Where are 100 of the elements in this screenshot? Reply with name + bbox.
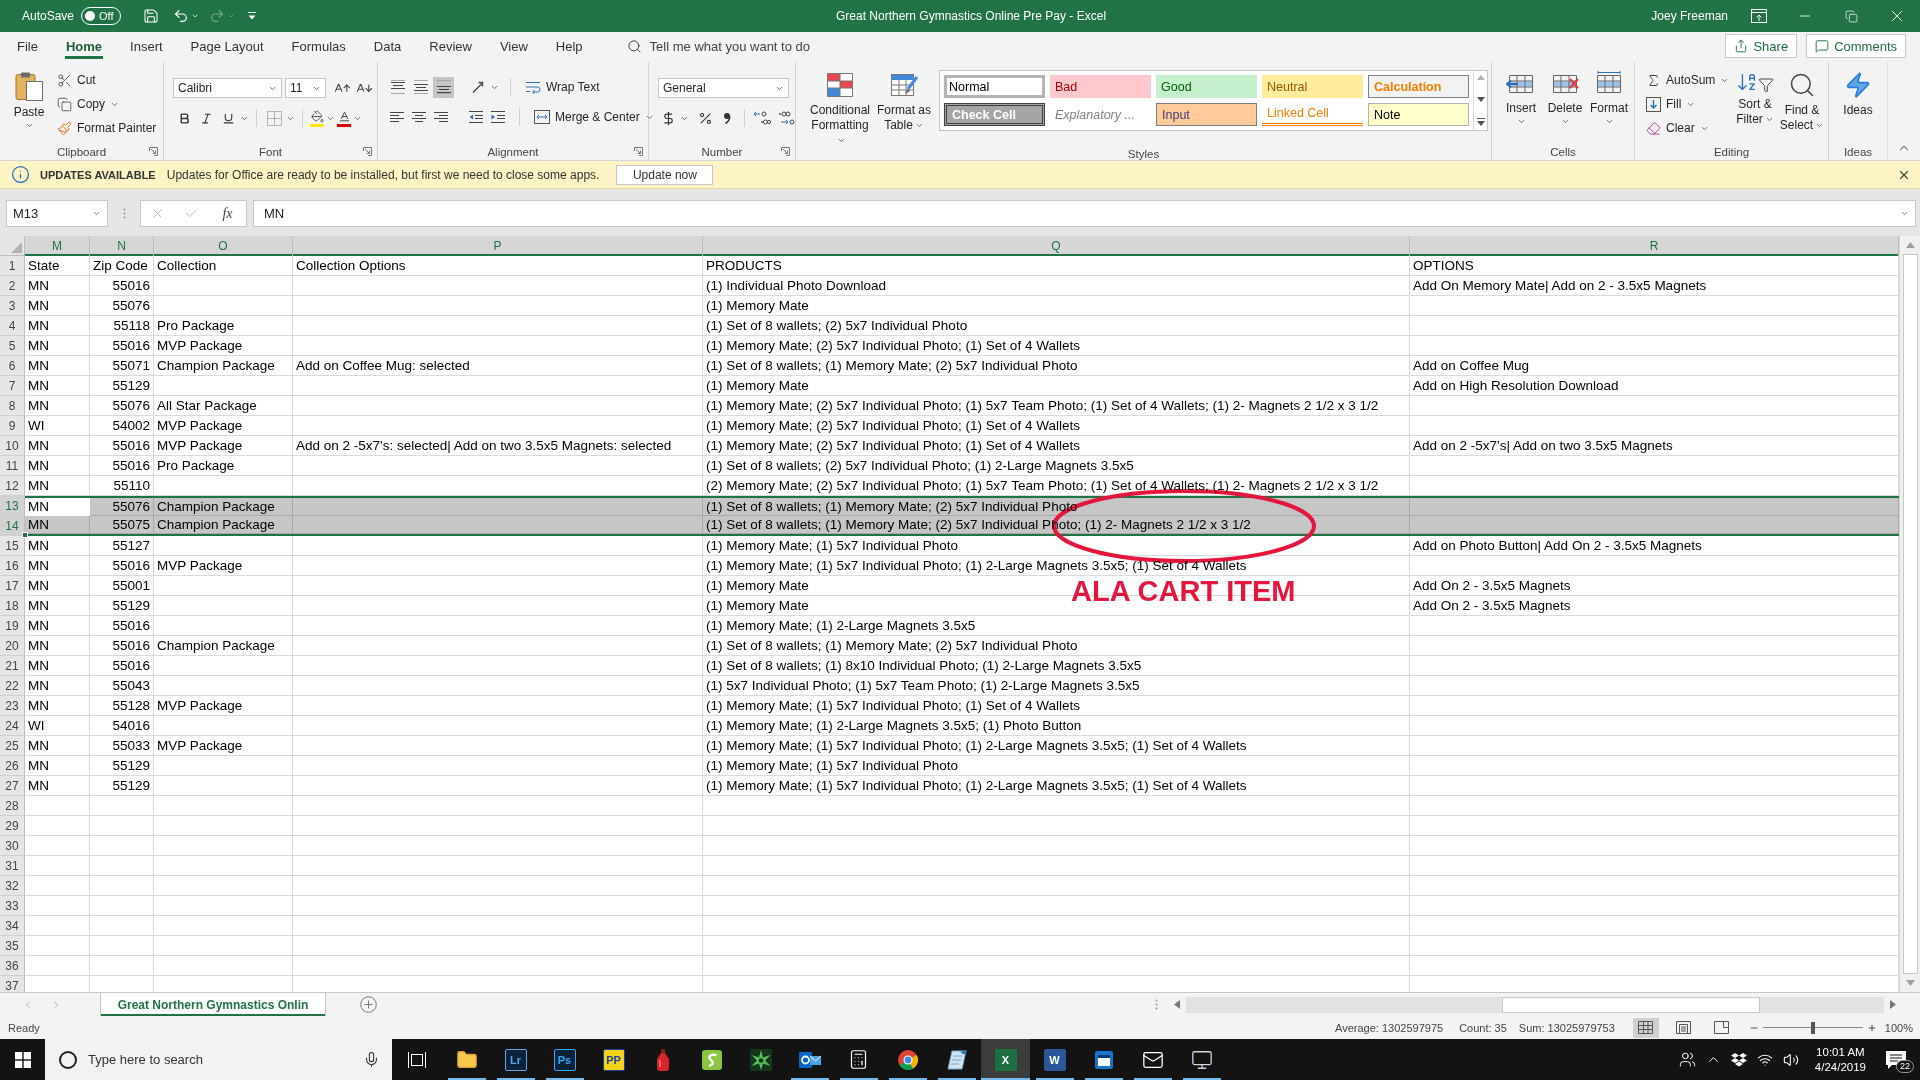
row-number[interactable]: 33: [0, 896, 25, 916]
row-number[interactable]: 37: [0, 976, 25, 992]
undo-icon[interactable]: [172, 8, 189, 24]
tell-me-field[interactable]: Tell me what you want to do: [649, 38, 850, 54]
cell-style-option[interactable]: Bad: [1050, 75, 1151, 98]
row-number[interactable]: 35: [0, 936, 25, 956]
ribbon-tab[interactable]: View: [485, 32, 542, 60]
row-number[interactable]: 29: [0, 816, 25, 836]
save-icon[interactable]: [142, 8, 159, 24]
taskbar-button[interactable]: X: [981, 1039, 1030, 1080]
dialog-launcher-icon[interactable]: [149, 147, 158, 156]
row-number[interactable]: 27: [0, 776, 25, 796]
vertical-scrollbar[interactable]: [1899, 236, 1920, 992]
taskbar-search-field[interactable]: Type here to search: [45, 1039, 392, 1080]
cell-style-option[interactable]: Input: [1156, 103, 1257, 126]
delete-cells-button[interactable]: Delete: [1543, 71, 1587, 126]
row-number[interactable]: 23: [0, 696, 25, 716]
row-number[interactable]: 6: [0, 356, 25, 376]
fill-button[interactable]: Fill: [1643, 92, 1733, 116]
row-number[interactable]: 8: [0, 396, 25, 416]
row-number[interactable]: 17: [0, 576, 25, 596]
wrap-text-button[interactable]: Wrap Text: [522, 75, 603, 99]
row-number[interactable]: 10: [0, 436, 25, 456]
insert-cells-button[interactable]: Insert: [1499, 71, 1543, 126]
speaker-icon[interactable]: [1782, 1051, 1799, 1068]
column-header[interactable]: N: [90, 236, 154, 256]
format-cells-button[interactable]: Format: [1587, 71, 1631, 126]
ideas-button[interactable]: Ideas: [1838, 71, 1878, 118]
insert-function-button[interactable]: fx: [218, 205, 237, 222]
ribbon-tab[interactable]: Insert: [116, 32, 177, 60]
search-input[interactable]: Type here to search: [88, 1052, 353, 1067]
ribbon-tab[interactable]: Page Layout: [176, 32, 278, 60]
column-header[interactable]: O: [154, 236, 293, 256]
merge-center-button[interactable]: Merge & Center: [531, 105, 657, 129]
conditional-formatting-button[interactable]: Conditional Formatting: [807, 71, 873, 148]
name-box[interactable]: M13: [6, 200, 108, 227]
sheet-tab[interactable]: Great Northern Gymnastics Onlin: [100, 993, 326, 1016]
cut-button[interactable]: Cut: [54, 68, 160, 92]
horizontal-scrollbar[interactable]: [1186, 996, 1884, 1013]
dialog-launcher-icon[interactable]: [781, 147, 790, 156]
row-number[interactable]: 36: [0, 956, 25, 976]
format-as-table-button[interactable]: Format as Table: [876, 71, 932, 133]
fill-handle[interactable]: [22, 532, 28, 538]
row-number[interactable]: 20: [0, 636, 25, 656]
row-number[interactable]: 26: [0, 756, 25, 776]
view-button[interactable]: [1632, 1017, 1659, 1038]
autosum-button[interactable]: AutoSum: [1643, 68, 1733, 92]
gallery-down-icon[interactable]: [1476, 96, 1485, 102]
find-select-button[interactable]: Find & Select: [1777, 71, 1827, 133]
scrollbar-thumb[interactable]: [1902, 254, 1918, 974]
row-number[interactable]: 14: [0, 516, 25, 536]
active-cell[interactable]: MN: [25, 498, 90, 516]
zoom-in-icon[interactable]: [1866, 1022, 1877, 1033]
row-number[interactable]: 30: [0, 836, 25, 856]
restore-icon[interactable]: [1844, 9, 1858, 23]
task-view-icon[interactable]: [407, 1050, 427, 1069]
row-number[interactable]: 19: [0, 616, 25, 636]
cell-style-option[interactable]: Normal: [944, 75, 1045, 98]
row-number[interactable]: 12: [0, 476, 25, 496]
people-icon[interactable]: [1678, 1051, 1696, 1068]
row-number[interactable]: 5: [0, 336, 25, 356]
cell-style-option[interactable]: Good: [1156, 75, 1257, 98]
scroll-left-icon[interactable]: [1174, 1000, 1180, 1009]
copy-button[interactable]: Copy: [54, 92, 160, 116]
scroll-right-icon[interactable]: [1890, 1000, 1896, 1009]
ribbon-tab[interactable]: File: [3, 32, 52, 60]
column-header[interactable]: M: [25, 236, 90, 256]
row-number[interactable]: 34: [0, 916, 25, 936]
paste-button[interactable]: Paste: [10, 71, 48, 130]
row-number[interactable]: 13: [0, 496, 25, 516]
row-number[interactable]: 16: [0, 556, 25, 576]
column-header[interactable]: P: [293, 236, 703, 256]
row-number[interactable]: 15: [0, 536, 25, 556]
row-number[interactable]: 7: [0, 376, 25, 396]
format-painter-button[interactable]: Format Painter: [54, 116, 160, 140]
row-number[interactable]: 1: [0, 256, 25, 276]
vertical-align-button[interactable]: [433, 76, 454, 98]
comma-style-icon[interactable]: [723, 112, 731, 124]
sort-filter-button[interactable]: Sort & Filter: [1733, 71, 1777, 127]
cell-style-option[interactable]: Note: [1368, 103, 1469, 126]
row-number[interactable]: 25: [0, 736, 25, 756]
ribbon-tab[interactable]: Formulas: [277, 32, 360, 60]
gallery-more-icon[interactable]: [1476, 118, 1485, 126]
row-number[interactable]: 4: [0, 316, 25, 336]
row-number[interactable]: 11: [0, 456, 25, 476]
formula-input[interactable]: MN: [253, 200, 1916, 227]
percent-icon[interactable]: [697, 110, 713, 126]
ribbon-tab[interactable]: Data: [359, 32, 416, 60]
row-number[interactable]: 9: [0, 416, 25, 436]
column-header[interactable]: Q: [703, 236, 1410, 256]
font-size-field[interactable]: 11: [285, 78, 326, 98]
column-header[interactable]: R: [1410, 236, 1899, 256]
decrease-decimal-icon[interactable]: [778, 110, 796, 126]
row-number[interactable]: 22: [0, 676, 25, 696]
customize-icon[interactable]: [246, 11, 257, 21]
add-sheet-icon[interactable]: [360, 996, 377, 1013]
start-icon[interactable]: [14, 1051, 31, 1068]
font-color-icon[interactable]: [337, 109, 351, 127]
row-number[interactable]: 28: [0, 796, 25, 816]
ribbon-tab[interactable]: Help: [541, 32, 597, 60]
